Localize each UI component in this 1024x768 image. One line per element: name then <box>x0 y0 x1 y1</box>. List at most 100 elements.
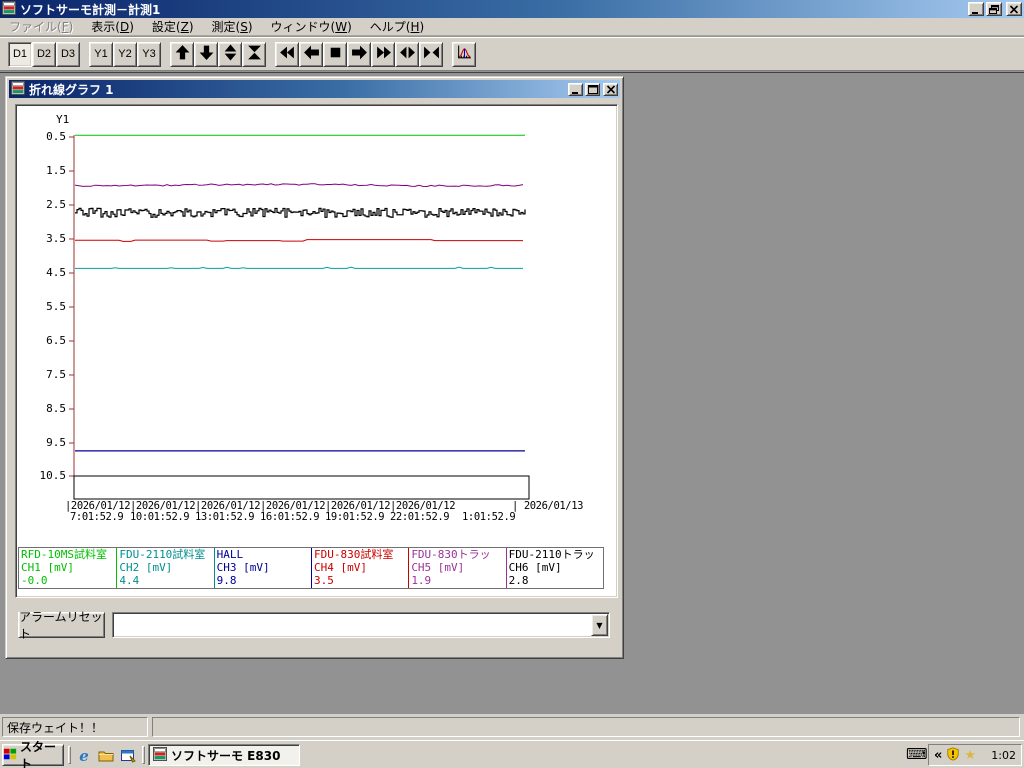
x-time-label: 10:01:52.9 <box>130 511 190 523</box>
task-button-icon <box>153 746 167 764</box>
taskbar: スタート e ソフトサーモ E830 ⌨ « ★ 1:02 <box>0 740 1024 768</box>
stop-button[interactable] <box>323 41 347 67</box>
tray-keyboard-icon[interactable]: ⌨ <box>906 747 928 762</box>
system-tray: « ★ 1:02 <box>928 744 1022 766</box>
taskband-grip[interactable] <box>142 746 145 764</box>
legend-column-ch1: RFD-10MS試料室 CH1 [mV] -0.0 <box>19 548 116 588</box>
d2-button[interactable]: D2 <box>32 41 56 67</box>
legend-channel-id: CH5 [mV] <box>411 561 465 574</box>
legend-table: RFD-10MS試料室 CH1 [mV] -0.0 FDU-2110試料室 CH2 [m… <box>18 547 604 589</box>
graph-minimize-button[interactable] <box>568 82 583 96</box>
start-button[interactable]: スタート <box>2 740 64 768</box>
legend-channel-value: 2.8 <box>508 574 529 587</box>
alarm-combobox[interactable]: ▼ <box>112 612 610 638</box>
scroll-down-button[interactable] <box>194 41 218 67</box>
legend-column-ch6: FDU-2110トラッ CH6 [mV] 2.8 <box>505 548 603 588</box>
menu-item-view[interactable]: 表示(D) <box>82 17 143 36</box>
toolbar: D1 D2 D3 Y1 Y2 Y3 <box>0 37 1024 71</box>
legend-channel-name: FDU-2110試料室 <box>119 548 206 561</box>
tray-star-icon[interactable]: ★ <box>964 748 976 763</box>
quicklaunch-grip[interactable] <box>68 746 71 764</box>
task-button-label: ソフトサーモ E830 <box>171 748 281 763</box>
triangles-updown-icon <box>222 44 239 64</box>
menu-item-window[interactable]: ウィンドウ(W) <box>262 17 361 36</box>
legend-channel-id: CH3 [mV] <box>216 561 270 574</box>
forward-button[interactable] <box>371 41 395 67</box>
graph-maximize-button[interactable] <box>585 82 600 96</box>
task-button[interactable]: ソフトサーモ E830 <box>148 744 300 766</box>
legend-channel-value: 1.9 <box>411 574 432 587</box>
tray-alert-shield-icon[interactable] <box>946 746 960 764</box>
alarm-reset-button[interactable]: アラームリセット <box>18 610 105 641</box>
legend-channel-value: 9.8 <box>216 574 237 587</box>
app-icon <box>2 0 16 18</box>
windows-logo-icon <box>3 747 17 764</box>
main-window-title: ソフトサーモ計測－計測1 <box>20 2 161 17</box>
restore-button[interactable] <box>986 2 1002 16</box>
double-right-icon <box>375 44 392 64</box>
legend-channel-name: RFD-10MS試料室 <box>21 548 107 561</box>
main-window-titlebar[interactable]: ソフトサーモ計測－計測1 <box>0 0 1024 18</box>
triangles-in-icon <box>423 44 440 64</box>
triangles-out-icon <box>399 44 416 64</box>
minimize-button[interactable] <box>968 2 984 16</box>
d3-button[interactable]: D3 <box>56 41 80 67</box>
mdi-workspace: 折れ線グラフ 1 Y1 0.5 1.5 2.5 3.5 4.5 5.5 6.5 7.5 8.5 9… <box>0 72 1024 714</box>
taskbar-clock: 1:02 <box>991 748 1016 762</box>
menubar: ファイル(F) 表示(D) 設定(Z) 測定(S) ウィンドウ(W) ヘルプ(H) <box>0 18 1024 36</box>
y3-button[interactable]: Y3 <box>137 41 161 67</box>
y1-button[interactable]: Y1 <box>89 41 113 67</box>
expand-vertical-button[interactable] <box>218 41 242 67</box>
expand-horizontal-button[interactable] <box>395 41 419 67</box>
menu-item-file[interactable]: ファイル(F) <box>0 17 82 36</box>
d1-button[interactable]: D1 <box>8 41 32 67</box>
menu-item-measure[interactable]: 測定(S) <box>203 17 262 36</box>
legend-channel-name: FDU-830トラッ <box>411 548 491 561</box>
x-time-label: 7:01:52.9 <box>70 511 124 523</box>
rewind-button[interactable] <box>275 41 299 67</box>
chart-svg <box>69 134 530 500</box>
compress-horizontal-button[interactable] <box>419 41 443 67</box>
legend-channel-id: CH4 [mV] <box>313 561 367 574</box>
tray-chevron-icon[interactable]: « <box>934 748 942 763</box>
arrow-left-icon <box>303 44 320 64</box>
legend-channel-name: FDU-830試料室 <box>313 548 394 561</box>
legend-channel-value: -0.0 <box>21 574 48 587</box>
graph-setup-button[interactable] <box>452 41 476 67</box>
quicklaunch-folder-icon[interactable] <box>96 746 116 766</box>
toolbar-gap <box>161 42 170 67</box>
legend-channel-id: CH6 [mV] <box>508 561 562 574</box>
status-message: 保存ウェイト！！ <box>7 720 104 735</box>
quicklaunch-desktop-icon[interactable] <box>118 746 138 766</box>
status-secondary-panel <box>152 717 1020 737</box>
ie-e-glyph: e <box>79 747 89 765</box>
status-message-panel: 保存ウェイト！！ <box>2 717 148 737</box>
compress-vertical-button[interactable] <box>242 41 266 67</box>
toolbar-gap <box>266 42 275 67</box>
graph-window-titlebar[interactable]: 折れ線グラフ 1 <box>9 80 620 98</box>
step-right-button[interactable] <box>347 41 371 67</box>
statusbar: 保存ウェイト！！ <box>0 714 1024 740</box>
stop-square-icon <box>327 44 344 64</box>
dropdown-arrow-icon: ▼ <box>596 620 603 630</box>
x-time-label: 13:01:52.9 <box>195 511 255 523</box>
legend-channel-value: 3.5 <box>313 574 334 587</box>
x-time-label: 22:01:52.9 <box>390 511 450 523</box>
combo-dropdown-button[interactable]: ▼ <box>591 614 608 636</box>
graph-close-button[interactable] <box>603 82 618 96</box>
x-date-label: | 2026/01/13 <box>512 500 584 512</box>
close-button[interactable] <box>1006 2 1022 16</box>
hourglass-icon <box>246 44 263 64</box>
legend-channel-name: HALL <box>216 548 244 561</box>
y2-button[interactable]: Y2 <box>113 41 137 67</box>
chart-panel: Y1 0.5 1.5 2.5 3.5 4.5 5.5 6.5 7.5 8.5 9.5 10.5 |2… <box>15 104 618 598</box>
step-left-button[interactable] <box>299 41 323 67</box>
graph-window-icon <box>11 80 25 98</box>
graph-window-title: 折れ線グラフ 1 <box>29 82 114 97</box>
menu-item-settings[interactable]: 設定(Z) <box>143 17 203 36</box>
quicklaunch-ie-icon[interactable]: e <box>74 746 94 766</box>
x-time-label: 19:01:52.9 <box>325 511 385 523</box>
scroll-up-button[interactable] <box>170 41 194 67</box>
menu-item-help[interactable]: ヘルプ(H) <box>361 17 433 36</box>
legend-channel-value: 4.4 <box>119 574 140 587</box>
